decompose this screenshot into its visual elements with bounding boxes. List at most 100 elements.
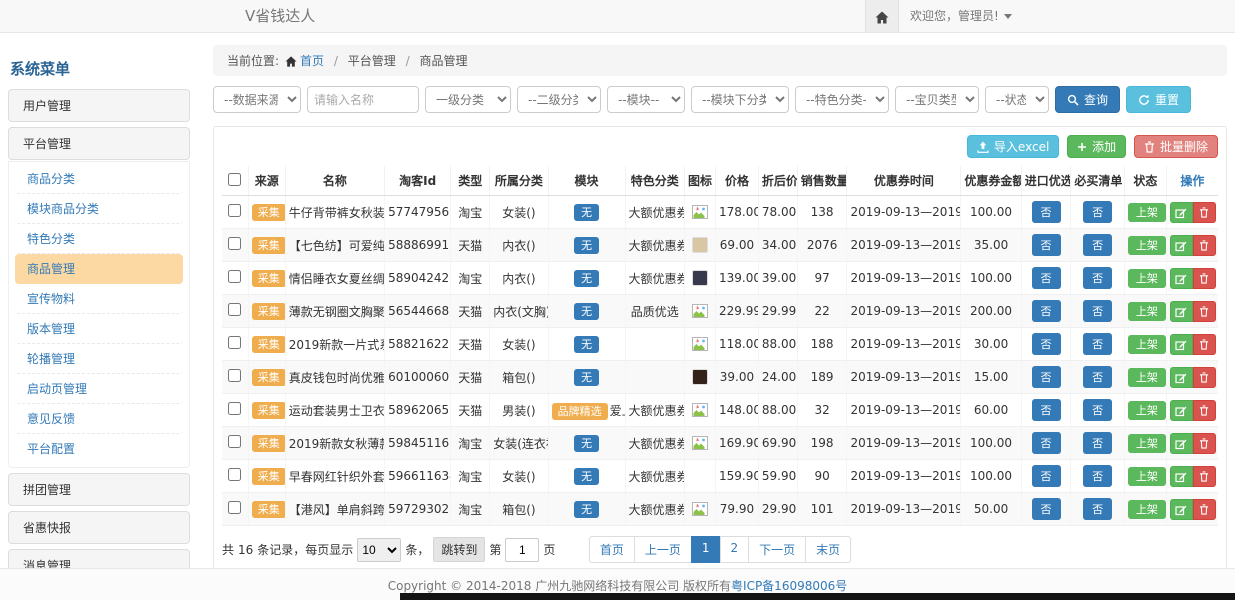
status-badge[interactable]: 上架 [1128,368,1166,387]
import-select-toggle[interactable]: 否 [1032,300,1061,322]
add-button[interactable]: 添加 [1067,135,1126,158]
sidebar-subitem-2[interactable]: 模块商品分类 [15,194,183,224]
row-checkbox[interactable] [228,270,241,283]
breadcrumb-home-link[interactable]: 首页 [300,54,324,68]
sidebar-subitem-5[interactable]: 宣传物料 [15,284,183,314]
status-badge[interactable]: 上架 [1128,302,1166,321]
status-badge[interactable]: 上架 [1128,500,1166,519]
icp-link[interactable]: 粤ICP备16098006号 [731,579,847,593]
pager-page-1[interactable]: 1 [691,536,721,563]
edit-button[interactable] [1170,268,1193,289]
filter-select-module-subcategory[interactable]: --模块下分类-- [691,86,789,113]
import-select-toggle[interactable]: 否 [1032,201,1061,223]
must-buy-toggle[interactable]: 否 [1083,498,1112,520]
filter-select-data-source[interactable]: --数据来源-- [213,86,301,113]
must-buy-toggle[interactable]: 否 [1083,399,1112,421]
edit-button[interactable] [1170,367,1193,388]
filter-select-module[interactable]: --模块-- [607,86,685,113]
delete-button[interactable] [1193,433,1216,454]
sidebar-subitem-10[interactable]: 平台配置 [15,434,183,463]
row-checkbox[interactable] [228,303,241,316]
edit-button[interactable] [1170,202,1193,223]
filter-select-level1-category[interactable]: 一级分类 [425,86,511,113]
delete-button[interactable] [1193,334,1216,355]
pager-first[interactable]: 首页 [589,536,635,563]
reset-button[interactable]: 重置 [1126,86,1191,113]
edit-button[interactable] [1170,466,1193,487]
row-checkbox[interactable] [228,336,241,349]
edit-button[interactable] [1170,301,1193,322]
sidebar-group-1[interactable]: 用户管理 [8,89,190,122]
status-badge[interactable]: 上架 [1128,401,1166,420]
edit-button[interactable] [1170,433,1193,454]
must-buy-toggle[interactable]: 否 [1083,333,1112,355]
sidebar-subitem-3[interactable]: 特色分类 [15,224,183,254]
row-checkbox[interactable] [228,237,241,250]
row-checkbox[interactable] [228,435,241,448]
jump-to-button[interactable]: 跳转到 [433,537,485,562]
filter-name-input[interactable] [307,86,419,113]
delete-button[interactable] [1193,367,1216,388]
edit-button[interactable] [1170,499,1193,520]
sidebar-subitem-7[interactable]: 轮播管理 [15,344,183,374]
row-checkbox[interactable] [228,402,241,415]
must-buy-toggle[interactable]: 否 [1083,432,1112,454]
must-buy-toggle[interactable]: 否 [1083,465,1112,487]
edit-button[interactable] [1170,334,1193,355]
sidebar-subitem-4[interactable]: 商品管理 [15,254,183,284]
row-checkbox[interactable] [228,501,241,514]
sidebar-group-2[interactable]: 平台管理 [8,127,190,160]
row-checkbox[interactable] [228,369,241,382]
delete-button[interactable] [1193,400,1216,421]
sidebar-subitem-8[interactable]: 启动页管理 [15,374,183,404]
import-select-toggle[interactable]: 否 [1032,234,1061,256]
search-button[interactable]: 查询 [1055,86,1120,113]
select-all-checkbox[interactable] [228,173,241,186]
filter-select-feature-category[interactable]: --特色分类-- [795,86,889,113]
breadcrumb-item-platform[interactable]: 平台管理 [348,54,396,68]
status-badge[interactable]: 上架 [1128,236,1166,255]
delete-button[interactable] [1193,301,1216,322]
status-badge[interactable]: 上架 [1128,335,1166,354]
home-button[interactable] [865,0,899,32]
edit-button[interactable] [1170,235,1193,256]
sidebar-subitem-6[interactable]: 版本管理 [15,314,183,344]
row-checkbox[interactable] [228,468,241,481]
batch-delete-button[interactable]: 批量删除 [1134,135,1218,158]
delete-button[interactable] [1193,235,1216,256]
must-buy-toggle[interactable]: 否 [1083,234,1112,256]
status-badge[interactable]: 上架 [1128,434,1166,453]
filter-select-level2-category[interactable]: --二级分类-- [517,86,601,113]
filter-select-status[interactable]: --状态-- [985,86,1049,113]
import-select-toggle[interactable]: 否 [1032,333,1061,355]
must-buy-toggle[interactable]: 否 [1083,201,1112,223]
import-select-toggle[interactable]: 否 [1032,366,1061,388]
must-buy-toggle[interactable]: 否 [1083,300,1112,322]
jump-page-input[interactable] [505,538,539,562]
delete-button[interactable] [1193,499,1216,520]
status-badge[interactable]: 上架 [1128,269,1166,288]
import-excel-button[interactable]: 导入excel [967,135,1059,158]
sidebar-subitem-9[interactable]: 意见反馈 [15,404,183,434]
import-select-toggle[interactable]: 否 [1032,465,1061,487]
must-buy-toggle[interactable]: 否 [1083,267,1112,289]
pager-next[interactable]: 下一页 [748,536,806,563]
must-buy-toggle[interactable]: 否 [1083,366,1112,388]
sidebar-group-bottom-2[interactable]: 省惠快报 [8,511,190,544]
import-select-toggle[interactable]: 否 [1032,498,1061,520]
user-menu[interactable]: 欢迎您，管理员! [910,0,1012,32]
pager-prev[interactable]: 上一页 [634,536,692,563]
page-size-select[interactable]: 10 [357,538,401,562]
delete-button[interactable] [1193,202,1216,223]
status-badge[interactable]: 上架 [1128,203,1166,222]
delete-button[interactable] [1193,268,1216,289]
row-checkbox[interactable] [228,204,241,217]
status-badge[interactable]: 上架 [1128,467,1166,486]
import-select-toggle[interactable]: 否 [1032,267,1061,289]
sidebar-subitem-1[interactable]: 商品分类 [15,164,183,194]
import-select-toggle[interactable]: 否 [1032,432,1061,454]
import-select-toggle[interactable]: 否 [1032,399,1061,421]
delete-button[interactable] [1193,466,1216,487]
edit-button[interactable] [1170,400,1193,421]
pager-page-2[interactable]: 2 [720,536,750,563]
